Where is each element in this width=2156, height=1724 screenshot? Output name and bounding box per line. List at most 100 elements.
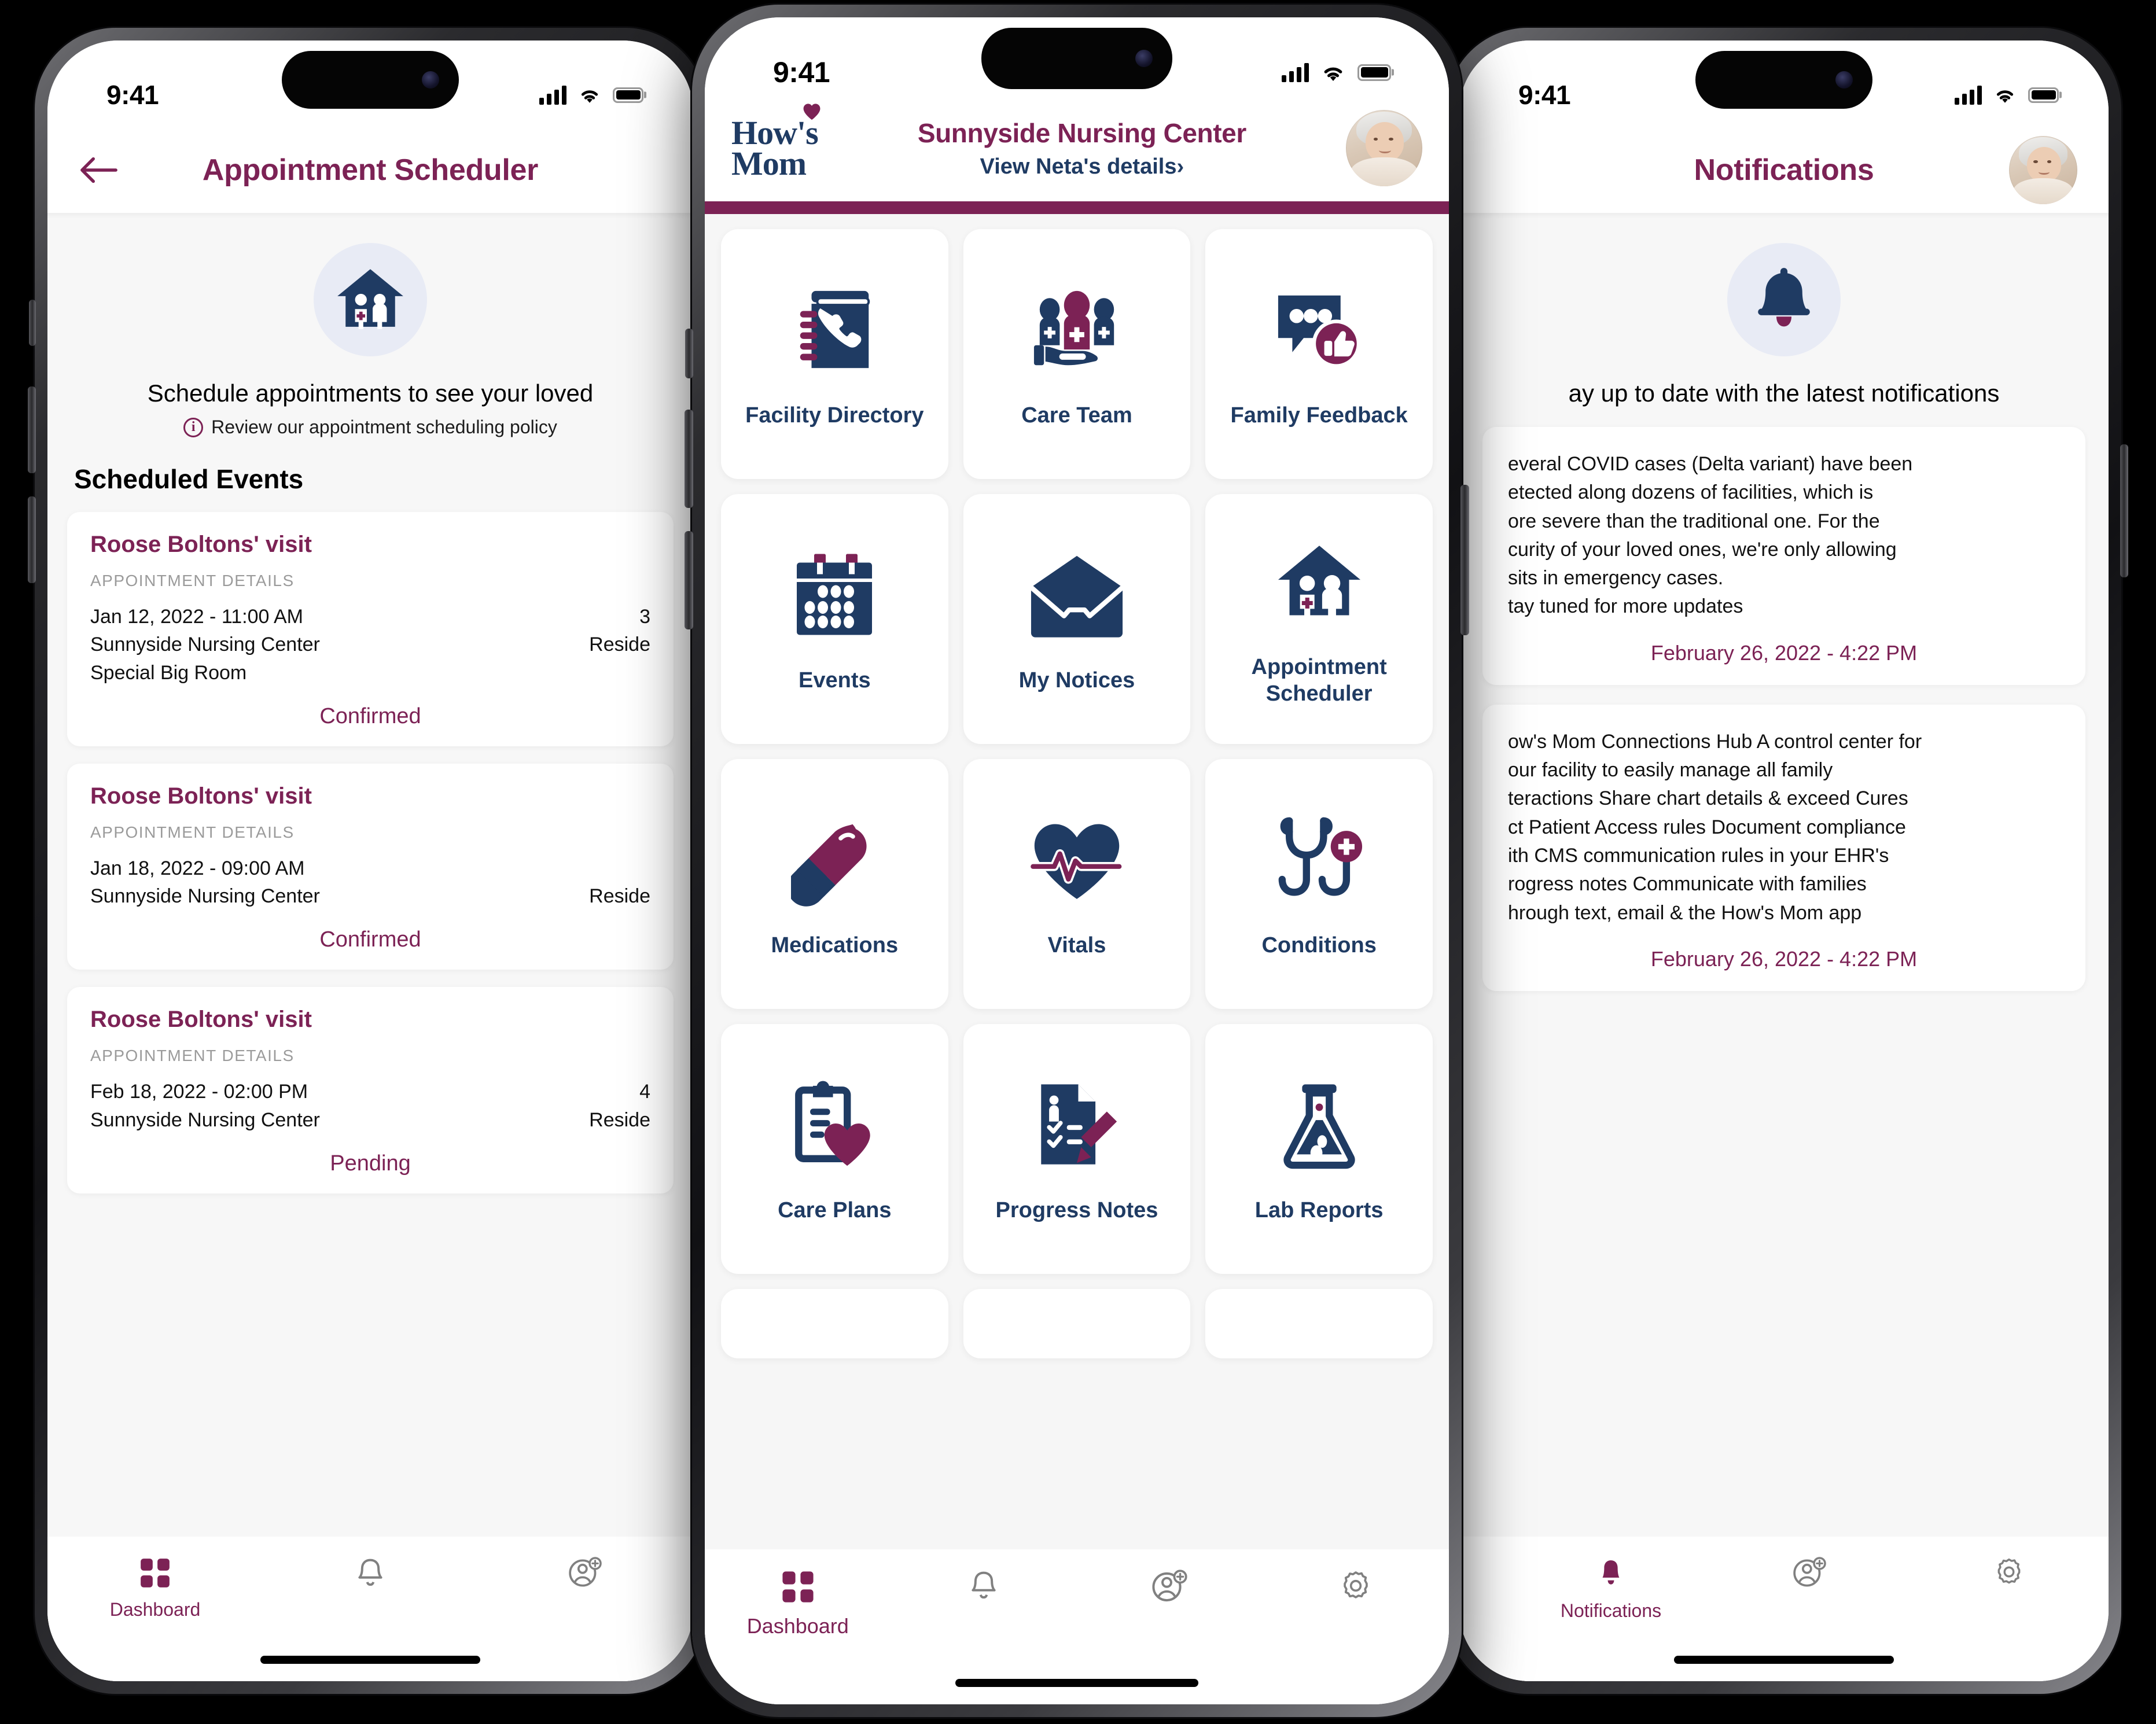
right-phone-device: 9:41 Notifications ay up to date with th… xyxy=(1440,28,2128,1694)
bell-icon xyxy=(358,1559,382,1586)
right-tabbar: Notifications xyxy=(1459,1537,2109,1681)
left-phone-device: 9:41 Appointment Scheduler Schedule appo… xyxy=(28,28,713,1694)
sidebar-item-add-contact[interactable] xyxy=(478,1556,693,1599)
section-title-scheduled-events: Scheduled Events xyxy=(74,464,304,494)
sidebar-item-settings[interactable] xyxy=(1910,1556,2109,1598)
status-indicators xyxy=(539,85,643,105)
battery-icon xyxy=(1357,64,1391,81)
hows-mom-logo[interactable]: How's Mom xyxy=(731,104,821,180)
bell-icon xyxy=(972,1571,996,1599)
tile-progress-notes[interactable]: Progress Notes xyxy=(963,1024,1191,1274)
appointment-duration: 3 xyxy=(639,606,650,628)
tile-my-notices[interactable]: My Notices xyxy=(963,494,1191,744)
table-row[interactable]: Roose Boltons' visit APPOINTMENT DETAILS… xyxy=(67,512,674,746)
sidebar-item-label: Dashboard xyxy=(746,1614,849,1638)
home-indicator[interactable] xyxy=(1674,1656,1894,1664)
policy-note[interactable]: i Review our appointment scheduling poli… xyxy=(47,417,693,438)
back-arrow-icon[interactable] xyxy=(79,150,119,190)
app-header: How's Mom Sunnyside Nursing Center View … xyxy=(705,104,1449,201)
volume-down-button[interactable] xyxy=(685,531,693,629)
table-row[interactable]: Roose Boltons' visit APPOINTMENT DETAILS… xyxy=(67,987,674,1193)
sidebar-item-notifications[interactable]: Notifications xyxy=(1511,1556,1710,1622)
appointment-duration: 4 xyxy=(639,1081,650,1103)
appointment-facility: Sunnyside Nursing Center xyxy=(90,633,320,656)
nursing-home-icon xyxy=(314,243,427,356)
sidebar-item-dashboard[interactable]: Dashboard xyxy=(705,1569,891,1638)
tile-appointment-scheduler[interactable]: Appointment Scheduler xyxy=(1205,494,1433,744)
view-resident-details-link[interactable]: View Neta's details› xyxy=(818,154,1346,179)
bell-icon xyxy=(1602,1560,1620,1585)
cellular-signal-icon xyxy=(1955,85,1982,105)
tile-label: Care Team xyxy=(1021,403,1132,428)
tile-care-team[interactable]: Care Team xyxy=(963,229,1191,479)
tile-row4-partial[interactable] xyxy=(721,1289,948,1358)
tile-vitals[interactable]: Vitals xyxy=(963,759,1191,1009)
mute-switch[interactable] xyxy=(29,300,36,346)
wifi-icon xyxy=(1324,67,1342,81)
tile-medications[interactable]: Medications xyxy=(721,759,948,1009)
left-phone-screen: 9:41 Appointment Scheduler Schedule appo… xyxy=(47,40,693,1681)
home-indicator[interactable] xyxy=(955,1679,1198,1687)
appointment-name: Roose Boltons' visit xyxy=(90,1007,312,1033)
tile-facility-directory[interactable]: Facility Directory xyxy=(721,229,948,479)
center-tabbar: Dashboard xyxy=(705,1549,1449,1704)
wifi-icon xyxy=(581,90,598,103)
avatar[interactable] xyxy=(1346,110,1422,186)
tile-events[interactable]: Events xyxy=(721,494,948,744)
notification-body: ow's Mom Connections Hub A control cente… xyxy=(1508,730,1922,924)
center-phone-device: 9:41 How's Mom Sunnyside Nursing Center … xyxy=(685,5,1469,1717)
tile-label: Vitals xyxy=(1047,933,1106,958)
tile-care-plans[interactable]: Care Plans xyxy=(721,1024,948,1274)
sidebar-item-settings[interactable] xyxy=(1263,1569,1449,1613)
tile-label: Conditions xyxy=(1261,933,1377,958)
clipboard-heart-icon xyxy=(789,1074,880,1178)
appointment-details-label: APPOINTMENT DETAILS xyxy=(90,572,295,590)
volume-down-button[interactable] xyxy=(28,496,36,583)
tile-row4-partial[interactable] xyxy=(1205,1289,1433,1358)
sidebar-item-add-contact[interactable] xyxy=(1710,1556,1910,1599)
table-row[interactable]: Roose Boltons' visit APPOINTMENT DETAILS… xyxy=(67,763,674,970)
appointment-resident: Reside xyxy=(589,633,650,656)
nursing-home-icon xyxy=(1272,531,1366,635)
tile-lab-reports[interactable]: Lab Reports xyxy=(1205,1024,1433,1274)
sidebar-item-notifications[interactable] xyxy=(263,1556,478,1601)
volume-up-button[interactable] xyxy=(685,410,693,508)
hero-headline: ay up to date with the latest notificati… xyxy=(1568,380,2000,407)
tile-label: Lab Reports xyxy=(1254,1198,1384,1223)
left-hero: Schedule appointments to see your loved … xyxy=(47,213,693,438)
bell-icon-large xyxy=(1727,243,1841,356)
status-badge: Confirmed xyxy=(319,927,421,952)
mute-switch[interactable] xyxy=(685,329,693,378)
avatar[interactable] xyxy=(2009,136,2077,204)
list-item[interactable]: everal COVID cases (Delta variant) have … xyxy=(1482,427,2085,685)
left-screen-content[interactable]: Schedule appointments to see your loved … xyxy=(47,213,693,1681)
tile-family-feedback[interactable]: Family Feedback xyxy=(1205,229,1433,479)
tile-label: Medications xyxy=(771,933,899,958)
left-appbar: Appointment Scheduler xyxy=(47,127,693,213)
center-phone-screen: 9:41 How's Mom Sunnyside Nursing Center … xyxy=(705,17,1449,1704)
tile-row4-partial[interactable] xyxy=(963,1289,1191,1358)
cellular-signal-icon xyxy=(1282,62,1309,82)
power-button[interactable] xyxy=(2120,444,2128,577)
dynamic-island xyxy=(282,51,459,109)
phone-book-icon xyxy=(791,279,878,383)
heart-icon xyxy=(803,104,821,120)
tile-label: Events xyxy=(799,668,871,693)
home-indicator[interactable] xyxy=(260,1656,480,1664)
power-button[interactable] xyxy=(1460,485,1469,635)
appointment-name: Roose Boltons' visit xyxy=(90,532,312,557)
right-hero: ay up to date with the latest notificati… xyxy=(1459,213,2109,407)
sidebar-item-dashboard[interactable]: Dashboard xyxy=(47,1556,263,1620)
dashboard-content[interactable]: Facility Directory Care Team Family Feed… xyxy=(705,214,1449,1704)
right-screen-content[interactable]: ay up to date with the latest notificati… xyxy=(1459,213,2109,1681)
wifi-icon xyxy=(1996,90,2014,103)
dynamic-island xyxy=(981,28,1172,89)
content-top-shadow xyxy=(47,213,693,219)
add-contact-icon xyxy=(569,1557,602,1587)
sidebar-item-notifications[interactable] xyxy=(891,1569,1077,1614)
calendar-icon xyxy=(791,544,878,648)
list-item[interactable]: ow's Mom Connections Hub A control cente… xyxy=(1482,704,2085,991)
volume-up-button[interactable] xyxy=(28,386,36,473)
sidebar-item-add-contact[interactable] xyxy=(1077,1569,1263,1614)
tile-conditions[interactable]: Conditions xyxy=(1205,759,1433,1009)
